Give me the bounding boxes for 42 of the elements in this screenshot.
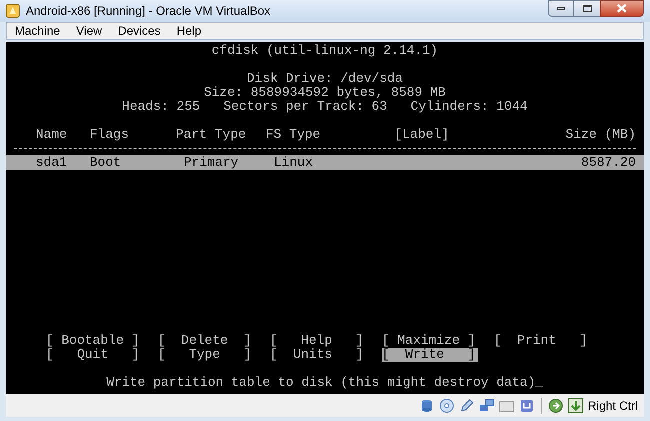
table-cell: Primary [184, 154, 239, 170]
network-icon[interactable] [478, 398, 495, 414]
table-cell: Boot [90, 154, 122, 170]
menu-item[interactable]: Machine [15, 22, 60, 40]
menu-item[interactable]: Help [176, 22, 202, 40]
minimize-button[interactable] [548, 0, 574, 17]
column-header: Size (MB) [564, 128, 637, 142]
disk-info: Disk Drive: /dev/sda [246, 72, 404, 86]
partition-row[interactable]: sda1 Boot Primary Linux 8587.20 [6, 155, 644, 170]
menu-action[interactable]: [ Units ] [270, 348, 366, 362]
disk-info: Heads: 255 Sectors per Track: 63 Cylinders: 1044 [122, 100, 528, 114]
pen-icon[interactable] [458, 398, 475, 414]
column-header: Flags [89, 128, 130, 142]
disc-icon[interactable] [438, 398, 455, 414]
maximize-button[interactable] [574, 0, 600, 17]
close-button[interactable] [600, 0, 644, 17]
column-header: Part Type [176, 128, 248, 142]
menu-action[interactable]: [ Delete ] [158, 334, 254, 348]
usb-icon[interactable] [518, 398, 535, 414]
column-header: [Label] [394, 128, 450, 142]
status-hint: Write partition table to disk (this might destroy data)_ [106, 376, 544, 390]
table-cell: sda1 [36, 154, 68, 170]
program-header: cfdisk (util-linux-ng 2.14.1) [212, 44, 438, 58]
disk-info: Size: 8589934592 bytes, 8589 MB [204, 86, 446, 100]
table-cell: 8587.20 [581, 154, 636, 170]
app-icon [6, 4, 20, 18]
menu-action[interactable]: [ Quit ] [46, 348, 142, 362]
menu-action[interactable]: [ Help ] [270, 334, 366, 348]
menu-item[interactable]: Devices [118, 22, 161, 40]
menu-item[interactable]: View [76, 22, 102, 40]
menu-action[interactable]: [ Bootable ] [46, 334, 142, 348]
down-arrow-icon[interactable] [568, 398, 584, 414]
menu-action[interactable]: [ Type ] [158, 348, 254, 362]
table-cell: Linux [274, 154, 314, 170]
menu-action[interactable]: [ Print ] [494, 334, 590, 348]
column-header: FS Type [265, 128, 322, 142]
host-key-label: Right Ctrl [588, 398, 638, 414]
close-icon [617, 4, 627, 13]
menu-action[interactable]: [ Maximize ] [382, 334, 478, 348]
menu-action[interactable]: [ Write ] [382, 348, 478, 362]
column-header: Name [35, 128, 68, 142]
window-title: Android-x86 [Running] - Oracle VM VirtualBox [26, 3, 271, 20]
